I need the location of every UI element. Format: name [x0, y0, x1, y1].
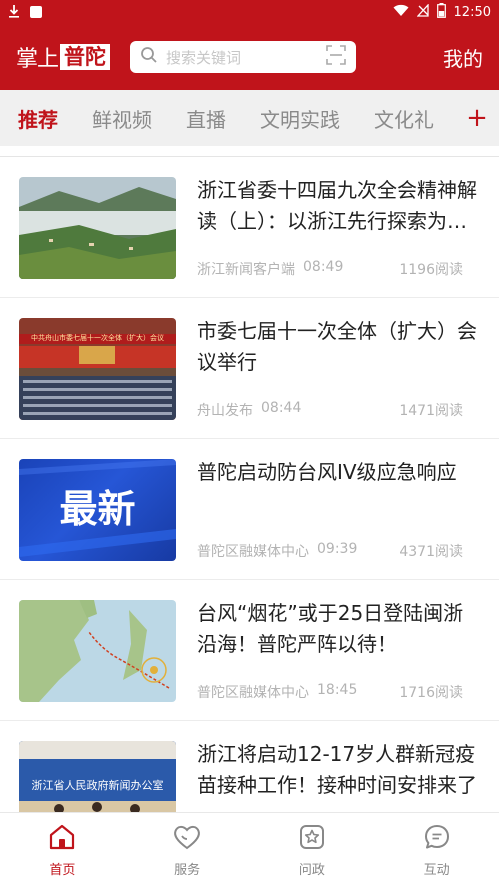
news-reads: 4371阅读 — [399, 544, 463, 560]
thumb-banner-text: 中共舟山市委七届十一次全体（扩大）会议 — [31, 334, 164, 342]
mine-button[interactable]: 我的 — [443, 43, 483, 72]
news-meta: 普陀区融媒体中心 09:39 4371阅读 — [197, 541, 463, 561]
news-reads: 1196阅读 — [399, 262, 463, 278]
news-item[interactable]: 台风“烟花”或于25日登陆闽浙沿海！普陀严阵以待！ 普陀区融媒体中心 18:45… — [0, 580, 499, 721]
nav-service-label: 服务 — [174, 863, 201, 878]
tab-fresh-video[interactable]: 鲜视频 — [92, 104, 152, 133]
nav-inquiry[interactable]: 问政 — [250, 813, 375, 888]
news-title[interactable]: 普陀启动防台风IV级应急响应 — [197, 457, 479, 488]
star-badge-icon — [298, 823, 326, 855]
news-reads: 1716阅读 — [399, 685, 463, 701]
search-icon — [140, 46, 158, 68]
mountain-landscape-photo — [19, 177, 176, 279]
status-bar: 12:50 — [0, 0, 499, 24]
tab-recommend[interactable]: 推荐 — [18, 104, 58, 133]
news-item[interactable]: 中共舟山市委七届十一次全体（扩大）会议 市委七届十一次全体（扩大）会议举行 舟山… — [0, 298, 499, 439]
news-item[interactable]: 浙江省委十四届九次全会精神解读（上）：以浙江先行探索为全国推动共同富裕提供省域范… — [0, 157, 499, 298]
news-time: 09:39 — [317, 541, 358, 557]
nav-home-label: 首页 — [49, 863, 76, 878]
news-title[interactable]: 浙江将启动12-17岁人群新冠疫苗接种工作！接种时间安排来了 — [197, 739, 479, 801]
news-source: 普陀区融媒体中心 — [197, 544, 309, 560]
news-reads: 1471阅读 — [399, 403, 463, 419]
news-meta: 普陀区融媒体中心 18:45 1716阅读 — [197, 682, 463, 702]
app-logo: 掌上 普陀 — [16, 41, 111, 73]
news-title[interactable]: 台风“烟花”或于25日登陆闽浙沿海！普陀严阵以待！ — [197, 598, 479, 660]
no-signal-icon — [416, 2, 429, 21]
search-bar[interactable]: 搜索关键词 — [130, 41, 357, 73]
news-time: 08:44 — [261, 400, 302, 416]
bottom-nav: 首页 服务 问政 互动 — [0, 812, 499, 888]
news-title[interactable]: 浙江省委十四届九次全会精神解读（上）：以浙江先行探索为全国推动共同富裕提供省域范… — [197, 175, 479, 237]
news-item[interactable]: 浙江省人民政府新闻办公室 浙江将启动12-17岁人群新冠疫苗接种工作！接种时间安… — [0, 721, 499, 812]
nav-interact[interactable]: 互动 — [374, 813, 499, 888]
nav-interact-label: 互动 — [423, 863, 450, 878]
tab-culture[interactable]: 文化礼 — [374, 104, 434, 133]
news-time: 08:49 — [303, 259, 344, 275]
thumb-banner-text: 浙江省人民政府新闻办公室 — [31, 779, 164, 792]
nav-home[interactable]: 首页 — [0, 813, 125, 888]
home-icon — [48, 823, 76, 855]
battery-icon — [436, 2, 446, 22]
news-source: 浙江新闻客户端 — [197, 262, 295, 278]
logo-text-part1: 掌上 — [16, 47, 59, 72]
typhoon-track-map — [19, 600, 176, 702]
news-meta: 浙江新闻客户端 08:49 1196阅读 — [197, 259, 463, 279]
nav-service[interactable]: 服务 — [125, 813, 250, 888]
add-tab-button[interactable]: + — [455, 90, 499, 146]
search-input[interactable]: 搜索关键词 — [166, 47, 326, 68]
tab-civilization-practice[interactable]: 文明实践 — [260, 104, 340, 133]
heart-icon — [172, 823, 202, 855]
chat-icon — [423, 823, 451, 855]
latest-news-banner: 最新 — [19, 459, 176, 561]
news-source: 普陀区融媒体中心 — [197, 685, 309, 701]
news-meta: 舟山发布 08:44 1471阅读 — [197, 400, 463, 420]
tabs-track: 推荐 鲜视频 直播 文明实践 文化礼 — [0, 104, 455, 133]
news-time: 18:45 — [317, 682, 358, 698]
app-header: 掌上 普陀 搜索关键词 我的 — [0, 24, 499, 90]
conference-hall-photo: 中共舟山市委七届十一次全体（扩大）会议 — [19, 318, 176, 420]
wifi-icon — [393, 4, 409, 20]
category-tabs: 推荐 鲜视频 直播 文明实践 文化礼 + — [0, 90, 499, 146]
press-conference-photo: 浙江省人民政府新闻办公室 — [19, 741, 176, 812]
latest-news-text: 最新 — [59, 487, 136, 531]
status-time: 12:50 — [453, 4, 491, 20]
download-icon — [8, 3, 20, 22]
tab-live[interactable]: 直播 — [186, 104, 226, 133]
scan-icon[interactable] — [326, 45, 346, 69]
notification-icon — [30, 6, 42, 18]
news-feed: 浙江省委十四届九次全会精神解读（上）：以浙江先行探索为全国推动共同富裕提供省域范… — [0, 156, 499, 812]
news-source: 舟山发布 — [197, 403, 253, 419]
news-item[interactable]: 最新 普陀启动防台风IV级应急响应 普陀区融媒体中心 09:39 4371阅读 — [0, 439, 499, 580]
nav-inquiry-label: 问政 — [298, 863, 325, 878]
logo-text-part2: 普陀 — [60, 44, 111, 70]
news-title[interactable]: 市委七届十一次全体（扩大）会议举行 — [197, 316, 479, 378]
